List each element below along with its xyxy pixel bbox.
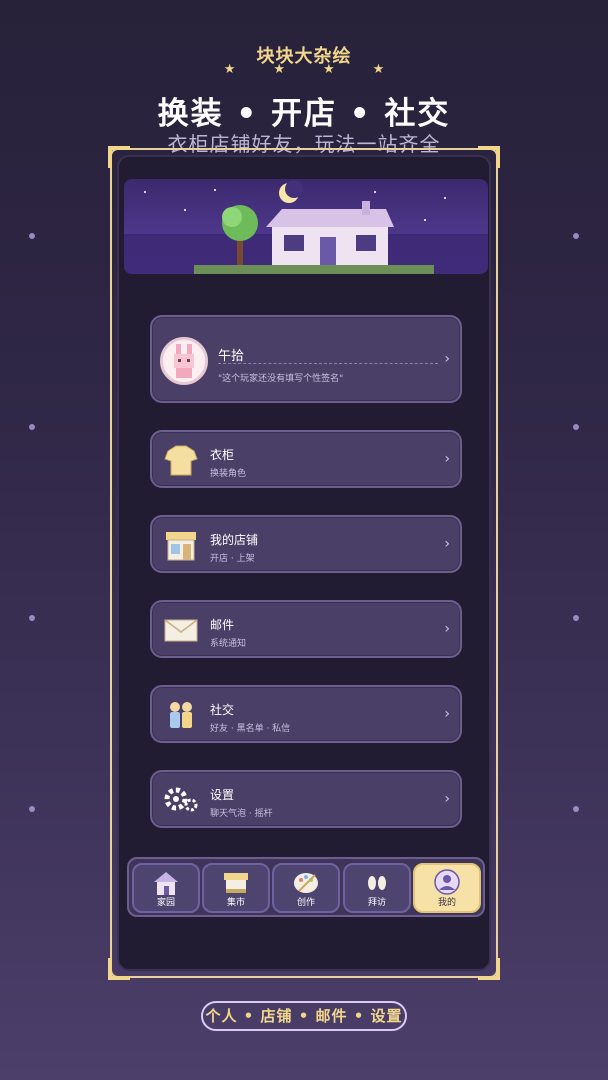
bunny-avatar-icon (174, 344, 194, 378)
decor-dot (573, 233, 579, 239)
menu-item-title: 我的店铺 (210, 533, 259, 547)
avatar[interactable] (160, 337, 208, 385)
night-house-banner (124, 179, 488, 274)
decor-dot (29, 424, 35, 430)
house-icon (154, 872, 178, 895)
tab-market[interactable]: 集市 (202, 863, 270, 913)
profile-name: 午拾 (218, 349, 245, 364)
app-screen: 午拾 "这个玩家还没有填写个性签名" › 衣柜 换装角色 › 我的店铺 开店 ·… (117, 155, 491, 971)
divider (218, 363, 438, 364)
menu-item-social[interactable]: 社交 好友 · 黑名单 · 私信 › (150, 685, 462, 743)
menu-item-title: 邮件 (210, 618, 235, 632)
tab-home[interactable]: 家园 (132, 863, 200, 913)
chevron-right-icon: › (444, 621, 450, 637)
profile-card[interactable]: 午拾 "这个玩家还没有填写个性签名" › (150, 315, 462, 403)
chevron-right-icon: › (444, 706, 450, 722)
tab-mine[interactable]: 我的 (413, 863, 481, 913)
decor-dot (29, 233, 35, 239)
menu-item-subtitle: 开店 · 上架 (210, 554, 255, 564)
decor-dot (573, 424, 579, 430)
menu-item-wardrobe[interactable]: 衣柜 换装角色 › (150, 430, 462, 488)
feature-caption-pill: 个人 • 店铺 • 邮件 • 设置 (201, 1001, 407, 1031)
tab-label: 集市 (226, 898, 245, 908)
footprints-icon (368, 876, 386, 890)
market-icon (224, 873, 248, 893)
menu-item-subtitle: 聊天气泡 · 摇杆 (210, 809, 273, 819)
menu-item-settings[interactable]: 设置 聊天气泡 · 摇杆 › (150, 770, 462, 828)
tab-create[interactable]: 创作 (272, 863, 340, 913)
profile-signature: "这个玩家还没有填写个性签名" (218, 374, 344, 384)
shirt-icon (164, 445, 198, 476)
tab-label: 我的 (437, 898, 456, 908)
user-icon (434, 869, 460, 895)
tab-visit[interactable]: 拜访 (343, 863, 411, 913)
menu-item-shop[interactable]: 我的店铺 开店 · 上架 › (150, 515, 462, 573)
friends-icon (170, 702, 192, 728)
banner-illustration (124, 179, 488, 274)
chevron-right-icon: › (444, 536, 450, 552)
menu-item-subtitle: 换装角色 (210, 469, 247, 479)
menu-item-title: 设置 (210, 788, 235, 802)
tab-label: 拜访 (367, 898, 386, 908)
mail-icon (164, 619, 198, 642)
decor-dot (573, 615, 579, 621)
chevron-right-icon: › (444, 351, 450, 367)
palette-icon (294, 873, 318, 893)
headline: 换装 • 开店 • 社交 (157, 96, 451, 132)
stars-decoration: ★ ★ ★ ★ (223, 62, 385, 77)
decor-dot (29, 615, 35, 621)
chevron-right-icon: › (444, 451, 450, 467)
gear-icon (164, 787, 198, 812)
menu-item-title: 社交 (210, 703, 235, 717)
menu-item-subtitle: 系统通知 (210, 639, 247, 649)
phone-frame: 午拾 "这个玩家还没有填写个性签名" › 衣柜 换装角色 › 我的店铺 开店 ·… (108, 146, 500, 980)
menu-item-title: 衣柜 (210, 448, 235, 462)
chevron-right-icon: › (444, 791, 450, 807)
shop-icon (166, 532, 196, 561)
menu-item-mail[interactable]: 邮件 系统通知 › (150, 600, 462, 658)
menu-item-subtitle: 好友 · 黑名单 · 私信 (210, 724, 291, 734)
tab-label: 创作 (296, 898, 315, 908)
decor-dot (29, 806, 35, 812)
bottom-tab-bar: 家园 集市 创作 拜访 我的 (127, 857, 485, 917)
tab-label: 家园 (156, 898, 175, 908)
decor-dot (573, 806, 579, 812)
